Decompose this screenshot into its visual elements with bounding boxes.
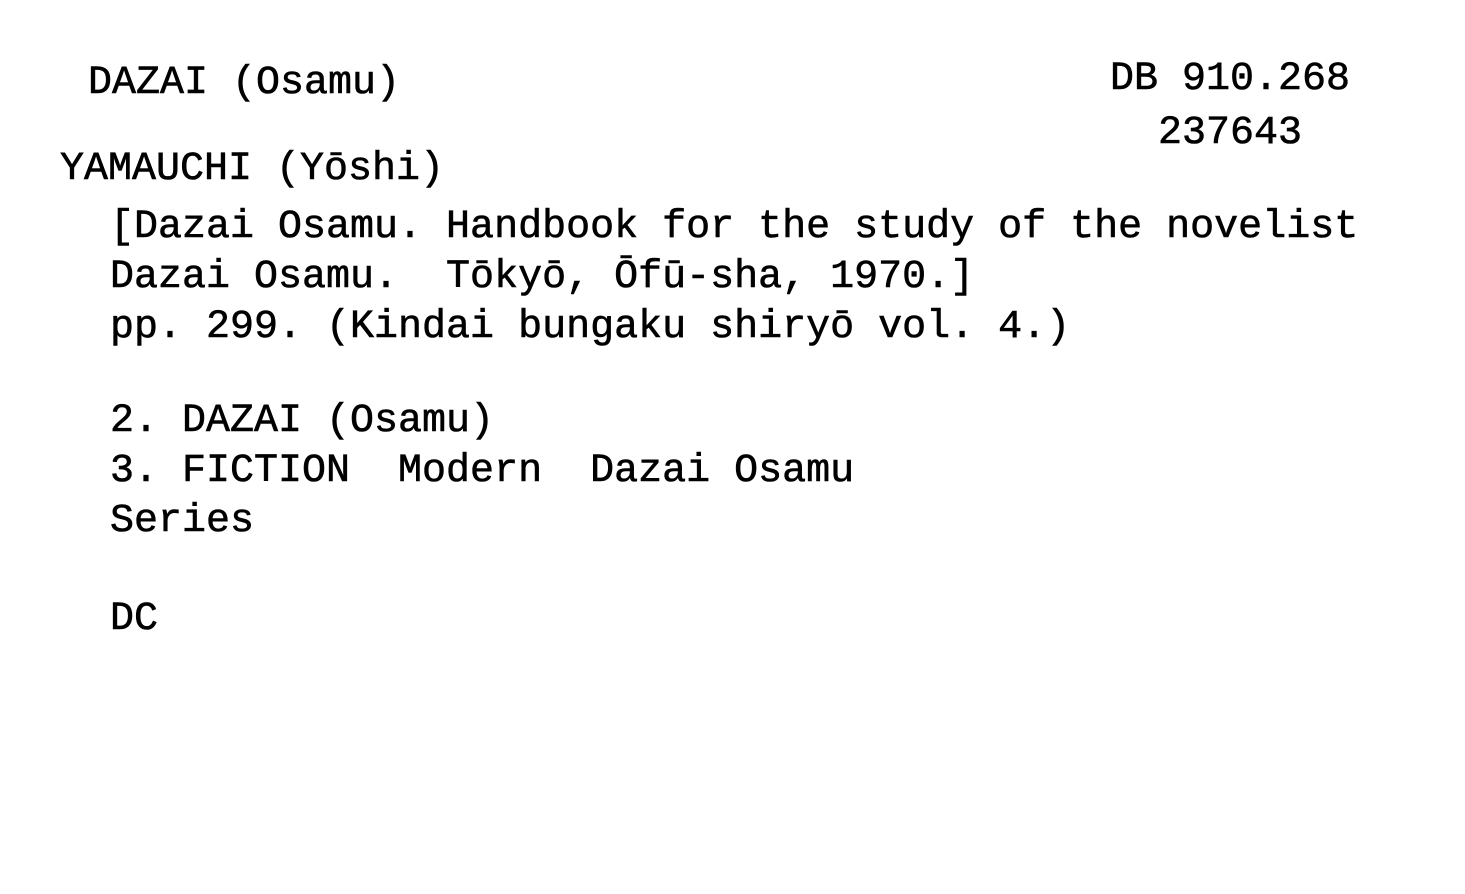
author-heading: YAMAUCHI (Yōshi) bbox=[60, 147, 445, 192]
collation-line: pp. 299. (Kindai bungaku shiryō vol. 4.) bbox=[110, 305, 1071, 350]
cataloguer-initials: DC bbox=[110, 597, 159, 642]
accession-number: 237643 bbox=[1158, 111, 1303, 156]
subject-heading: DAZAI (Osamu) bbox=[88, 61, 401, 106]
call-number: DB 910.268 bbox=[1110, 57, 1351, 102]
tracing-line: Series bbox=[110, 499, 255, 544]
tracing-line: 2. DAZAI (Osamu) bbox=[110, 399, 495, 444]
title-line: Dazai Osamu. Tōkyō, Ōfū-sha, 1970.] bbox=[110, 255, 975, 300]
catalogue-card: DAZAI (Osamu) DB 910.268 237643 YAMAUCHI… bbox=[0, 0, 1465, 894]
tracing-line: 3. FICTION Modern Dazai Osamu bbox=[110, 449, 855, 494]
title-line: [Dazai Osamu. Handbook for the study of … bbox=[110, 205, 1359, 250]
